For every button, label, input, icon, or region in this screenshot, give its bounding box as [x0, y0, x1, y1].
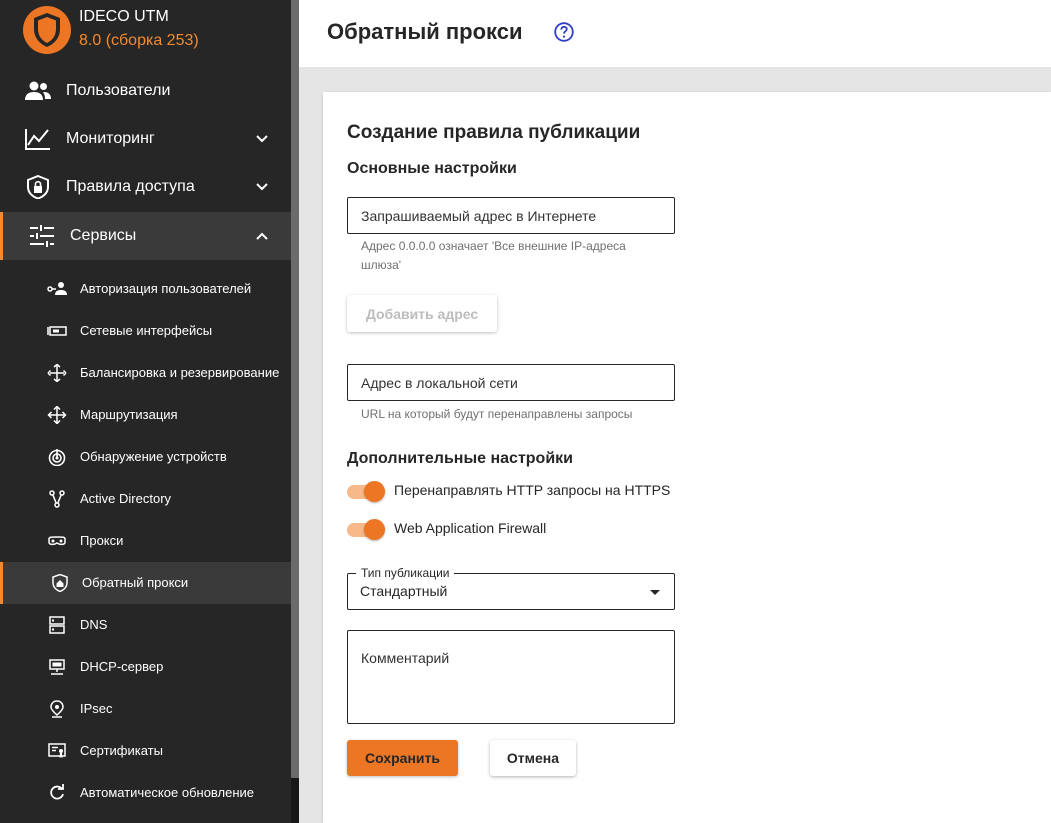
- external-address-hint: Адрес 0.0.0.0 означает 'Все внешние IP-а…: [361, 239, 626, 272]
- sidebar-subitem-label: Сертификаты: [80, 743, 163, 758]
- help-icon[interactable]: [554, 22, 574, 42]
- sidebar-subitem-device-discovery[interactable]: Обнаружение устройств: [0, 436, 291, 478]
- arrows-move-icon: [47, 406, 67, 424]
- directory-tree-icon: [49, 490, 65, 508]
- dhcp-icon: [49, 659, 65, 675]
- sidebar: IDECO UTM 8.0 (сборка 253) Пользователи …: [0, 0, 291, 823]
- sidebar-item-label: Пользователи: [66, 82, 171, 99]
- shield-logo-icon[interactable]: [22, 5, 72, 55]
- network-card-icon: [47, 326, 67, 336]
- sidebar-scrollbar[interactable]: [291, 0, 299, 823]
- sidebar-subitem-proxy[interactable]: Прокси: [0, 520, 291, 562]
- server-icon: [49, 616, 65, 634]
- sidebar-item-access-rules[interactable]: Правила доступа: [0, 163, 291, 211]
- sidebar-subitem-label: Обратный прокси: [82, 575, 189, 590]
- toggle-knob: [364, 481, 385, 502]
- mask-icon: [48, 536, 66, 546]
- shield-home-icon: [52, 574, 68, 592]
- sidebar-subitem-label: DHCP-сервер: [80, 659, 164, 674]
- local-address-input[interactable]: [348, 365, 674, 400]
- https-redirect-toggle[interactable]: Перенаправлять HTTP запросы на HTTPS: [347, 480, 677, 504]
- arrows-split-icon: [47, 364, 67, 382]
- sidebar-subitem-ipsec[interactable]: IPsec: [0, 688, 291, 730]
- sidebar-item-monitoring[interactable]: Мониторинг: [0, 115, 291, 163]
- cancel-button[interactable]: Отмена: [490, 740, 576, 776]
- sidebar-subitem-auto-update[interactable]: Автоматическое обновление: [0, 772, 291, 814]
- comment-input[interactable]: [348, 631, 674, 723]
- chevron-up-icon: [256, 232, 268, 240]
- basic-settings-heading: Основные настройки: [347, 160, 517, 177]
- form-title: Создание правила публикации: [347, 122, 641, 143]
- sliders-icon: [30, 225, 54, 247]
- local-address-field[interactable]: [347, 364, 675, 401]
- publication-type-select[interactable]: Тип публикации Стандартный: [347, 566, 675, 610]
- local-address-hint: URL на который будут перенаправлены запр…: [361, 407, 633, 421]
- users-icon: [25, 81, 51, 100]
- chart-line-icon: [25, 129, 50, 150]
- sidebar-subitem-network-interfaces[interactable]: Сетевые интерфейсы: [0, 310, 291, 352]
- sidebar-subitem-balancing[interactable]: Балансировка и резервирование: [0, 352, 291, 394]
- add-address-button[interactable]: Добавить адрес: [347, 295, 497, 332]
- brand-version: 8.0 (сборка 253): [79, 32, 199, 49]
- sidebar-subitem-label: Автоматическое обновление: [80, 785, 255, 800]
- publication-type-legend: Тип публикации: [356, 566, 455, 580]
- sidebar-subitem-label: DNS: [80, 617, 108, 632]
- additional-settings-heading: Дополнительные настройки: [347, 450, 573, 467]
- toggle-label: Web Application Firewall: [394, 520, 547, 536]
- sidebar-item-users[interactable]: Пользователи: [0, 67, 291, 115]
- dropdown-arrow-icon: [650, 590, 660, 595]
- scrollbar-thumb[interactable]: [291, 0, 299, 778]
- certificate-icon: [48, 743, 66, 758]
- sidebar-subitem-dhcp[interactable]: DHCP-сервер: [0, 646, 291, 688]
- waf-toggle[interactable]: Web Application Firewall: [347, 518, 677, 542]
- save-button[interactable]: Сохранить: [347, 740, 458, 776]
- radar-icon: [48, 449, 66, 466]
- sidebar-item-services[interactable]: Сервисы: [0, 212, 291, 260]
- sidebar-item-label: Мониторинг: [66, 130, 155, 147]
- chevron-down-icon: [256, 135, 268, 143]
- toggle-knob: [364, 519, 385, 540]
- publication-type-value: Стандартный: [360, 583, 448, 599]
- sidebar-subitem-label: Балансировка и резервирование: [80, 365, 280, 380]
- toggle-label: Перенаправлять HTTP запросы на HTTPS: [394, 482, 671, 498]
- sidebar-subitem-label: Обнаружение устройств: [80, 449, 227, 464]
- sidebar-subitem-label: Маршрутизация: [80, 407, 178, 422]
- page-title: Обратный прокси: [327, 19, 523, 44]
- sidebar-subitem-user-auth[interactable]: Авторизация пользователей: [0, 268, 291, 310]
- sidebar-subitem-label: Авторизация пользователей: [80, 281, 252, 296]
- comment-field[interactable]: [347, 630, 675, 724]
- chevron-down-icon: [256, 183, 268, 191]
- sidebar-subitem-active-directory[interactable]: Active Directory: [0, 478, 291, 520]
- page-header: Обратный прокси: [299, 0, 1051, 67]
- location-pin-icon: [50, 700, 64, 718]
- sidebar-item-label: Сервисы: [70, 227, 137, 244]
- sidebar-subitem-label: Сетевые интерфейсы: [80, 323, 213, 338]
- user-key-icon: [47, 282, 67, 295]
- external-address-field[interactable]: [347, 197, 675, 234]
- brand-name: IDECO UTM: [79, 8, 169, 25]
- shield-lock-icon: [27, 175, 49, 199]
- sidebar-item-label: Правила доступа: [66, 178, 195, 195]
- publication-rule-form: Создание правила публикации Основные нас…: [323, 92, 1051, 823]
- sidebar-subitem-label: Active Directory: [80, 491, 172, 506]
- refresh-icon: [50, 784, 64, 800]
- sidebar-subitem-routing[interactable]: Маршрутизация: [0, 394, 291, 436]
- sidebar-subitem-label: Прокси: [80, 533, 124, 548]
- sidebar-subitem-dns[interactable]: DNS: [0, 604, 291, 646]
- sidebar-subitem-reverse-proxy[interactable]: Обратный прокси: [0, 562, 291, 604]
- sidebar-subitem-label: IPsec: [80, 701, 113, 716]
- sidebar-subitem-certificates[interactable]: Сертификаты: [0, 730, 291, 772]
- external-address-input[interactable]: [348, 198, 674, 233]
